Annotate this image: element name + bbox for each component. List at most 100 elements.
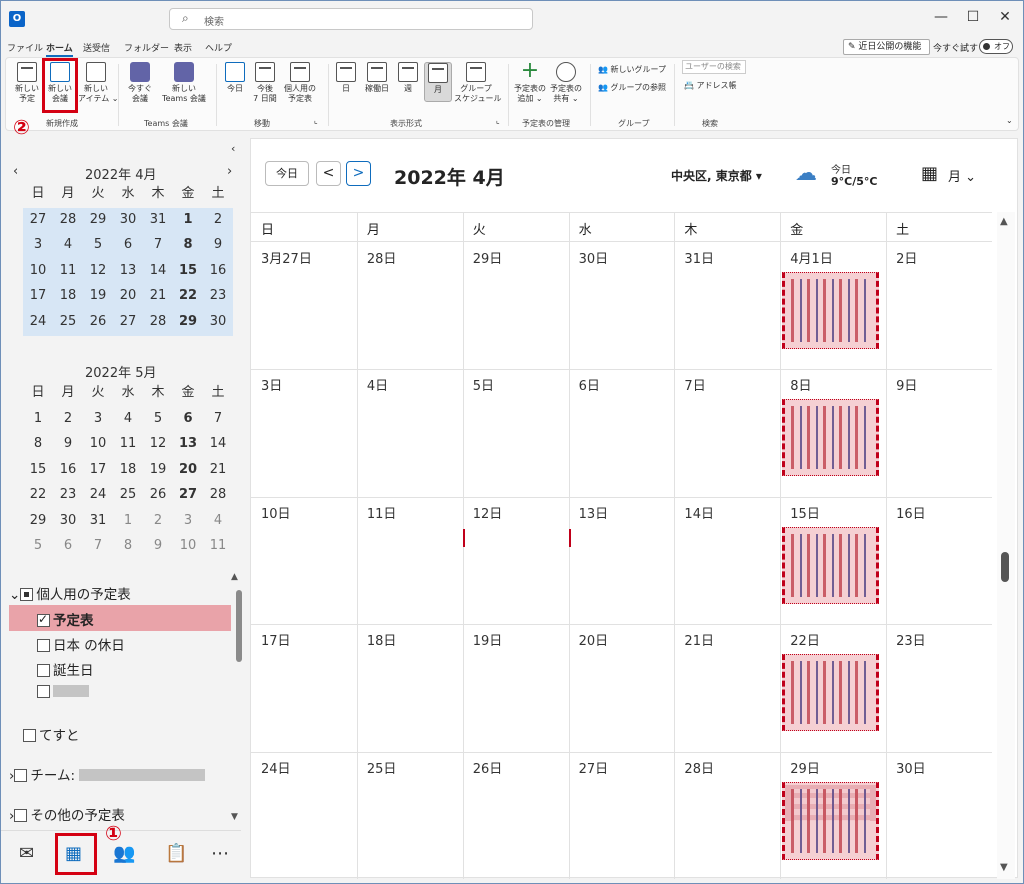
mini-day[interactable]: 7 xyxy=(203,406,233,432)
mini-day[interactable]: 13 xyxy=(113,258,143,284)
new-teams-meeting-button[interactable]: 新しい Teams 会議 xyxy=(158,62,210,104)
meet-now-button[interactable]: 今すぐ 会議 xyxy=(124,62,156,104)
mini-day[interactable]: 17 xyxy=(23,283,53,309)
mini-day[interactable]: 8 xyxy=(23,431,53,457)
mini-day[interactable]: 9 xyxy=(203,232,233,258)
mini-day[interactable]: 1 xyxy=(113,508,143,534)
mini-day[interactable]: 2 xyxy=(203,207,233,233)
personal-calendar-button[interactable]: 個人用の 予定表 xyxy=(282,62,318,104)
menu-home[interactable]: ホーム xyxy=(46,41,73,57)
mini-day[interactable]: 6 xyxy=(53,533,83,559)
mini-day[interactable]: 30 xyxy=(53,508,83,534)
mini-day[interactable]: 20 xyxy=(113,283,143,309)
maximize-button[interactable]: ☐ xyxy=(963,9,983,25)
calendar-item-holidays[interactable]: 日本 の休日 xyxy=(37,634,125,654)
mini-day[interactable]: 8 xyxy=(113,533,143,559)
checkbox[interactable] xyxy=(37,612,50,627)
mini-day[interactable]: 13 xyxy=(173,431,203,457)
mini-day[interactable]: 10 xyxy=(173,533,203,559)
mini-day[interactable]: 18 xyxy=(113,457,143,483)
mini-day[interactable]: 3 xyxy=(83,406,113,432)
menu-help[interactable]: ヘルプ xyxy=(205,41,232,54)
mini-day[interactable]: 27 xyxy=(173,482,203,508)
mini-day[interactable]: 9 xyxy=(53,431,83,457)
mini-day[interactable]: 26 xyxy=(83,309,113,335)
next-month-button[interactable]: > xyxy=(346,161,371,186)
mini-day[interactable]: 19 xyxy=(143,457,173,483)
mini-day[interactable]: 24 xyxy=(23,309,53,335)
add-calendar-button[interactable]: + 予定表の 追加 ⌄ xyxy=(512,60,548,104)
more-icon[interactable]: ⋯ xyxy=(211,843,229,864)
calendar-event[interactable] xyxy=(782,272,880,349)
mini-next-icon[interactable]: › xyxy=(227,164,232,179)
calendar-item-birthdays[interactable]: 誕生日 xyxy=(37,659,94,679)
prev-month-button[interactable]: < xyxy=(316,161,341,186)
menu-view[interactable]: 表示 xyxy=(174,41,192,54)
dialog-launcher-icon[interactable]: ⌞ xyxy=(314,116,318,125)
close-button[interactable]: ✕ xyxy=(995,9,1015,25)
mini-day[interactable]: 21 xyxy=(143,283,173,309)
today-button[interactable]: 今日 xyxy=(222,62,248,94)
pane-scroll-up-icon[interactable]: ▲ xyxy=(231,572,238,582)
mini-day[interactable]: 29 xyxy=(173,309,203,335)
checkbox[interactable] xyxy=(14,769,28,782)
minimize-button[interactable]: — xyxy=(931,9,951,25)
mini-prev-icon[interactable]: ‹ xyxy=(13,164,18,179)
calendar-view-icon[interactable]: ▦ xyxy=(921,163,938,184)
mini-day[interactable]: 16 xyxy=(203,258,233,284)
mini-day[interactable]: 16 xyxy=(53,457,83,483)
mini-day[interactable]: 28 xyxy=(143,309,173,335)
menu-file[interactable]: ファイル xyxy=(7,41,43,54)
people-icon[interactable]: 👥 xyxy=(113,843,135,864)
mini-day[interactable]: 17 xyxy=(83,457,113,483)
mini-day[interactable]: 5 xyxy=(143,406,173,432)
mini-day[interactable]: 19 xyxy=(83,283,113,309)
collapse-pane-icon[interactable]: ‹ xyxy=(231,142,235,155)
mini-day[interactable]: 10 xyxy=(23,258,53,284)
mini-day[interactable]: 18 xyxy=(53,283,83,309)
checkbox[interactable] xyxy=(37,664,50,677)
group-schedule-button[interactable]: グループ スケジュール xyxy=(454,62,501,104)
address-book-button[interactable]: 📇 アドレス帳 xyxy=(684,80,737,91)
day-view-button[interactable]: 日 xyxy=(334,62,358,94)
mini-day[interactable]: 4 xyxy=(113,406,143,432)
mini-day[interactable]: 5 xyxy=(23,533,53,559)
mini-day[interactable]: 28 xyxy=(203,482,233,508)
mini-day[interactable]: 9 xyxy=(143,533,173,559)
mini-day[interactable]: 31 xyxy=(143,207,173,233)
team-calendar-group[interactable]: › チーム: xyxy=(9,764,206,784)
mini-day[interactable]: 28 xyxy=(53,207,83,233)
mini-day[interactable]: 7 xyxy=(83,533,113,559)
mini-day[interactable]: 3 xyxy=(23,232,53,258)
month-view-button[interactable]: 月 xyxy=(424,62,452,102)
mini-day[interactable]: 26 xyxy=(143,482,173,508)
mini-day[interactable]: 3 xyxy=(173,508,203,534)
mini-day[interactable]: 6 xyxy=(113,232,143,258)
checkbox[interactable] xyxy=(14,809,28,822)
calendar-item-test[interactable]: てすと xyxy=(23,724,80,744)
work-week-button[interactable]: 稼働日 xyxy=(362,62,392,94)
pane-scroll-down-icon[interactable]: ▼ xyxy=(231,812,238,822)
mini-day[interactable]: 24 xyxy=(83,482,113,508)
checkbox[interactable] xyxy=(23,729,36,742)
share-calendar-button[interactable]: 予定表の 共有 ⌄ xyxy=(548,62,584,104)
new-items-button[interactable]: 新しい アイテム ⌄ xyxy=(78,62,118,104)
calendar-event[interactable] xyxy=(782,781,880,860)
mini-day[interactable]: 27 xyxy=(23,207,53,233)
mini-day[interactable]: 25 xyxy=(113,482,143,508)
mini-day[interactable]: 29 xyxy=(83,207,113,233)
tasks-icon[interactable]: 📋 xyxy=(165,843,187,864)
next-7-days-button[interactable]: 今後 7 日間 xyxy=(250,62,280,104)
mini-day[interactable]: 29 xyxy=(23,508,53,534)
personal-calendars-group[interactable]: ⌄ 個人用の予定表 xyxy=(9,583,131,603)
mini-day[interactable]: 21 xyxy=(203,457,233,483)
collapse-ribbon-icon[interactable]: ⌄ xyxy=(1006,116,1013,125)
scroll-down-icon[interactable]: ▼ xyxy=(1000,862,1008,873)
mini-day[interactable]: 23 xyxy=(203,283,233,309)
new-group-button[interactable]: 👥 新しいグループ xyxy=(598,64,666,75)
calendar-event[interactable] xyxy=(782,654,880,732)
calendar-item-redacted[interactable] xyxy=(37,684,89,700)
calendar-item-main[interactable]: 予定表 xyxy=(37,609,94,629)
mini-day[interactable]: 1 xyxy=(23,406,53,432)
mini-day[interactable]: 2 xyxy=(143,508,173,534)
